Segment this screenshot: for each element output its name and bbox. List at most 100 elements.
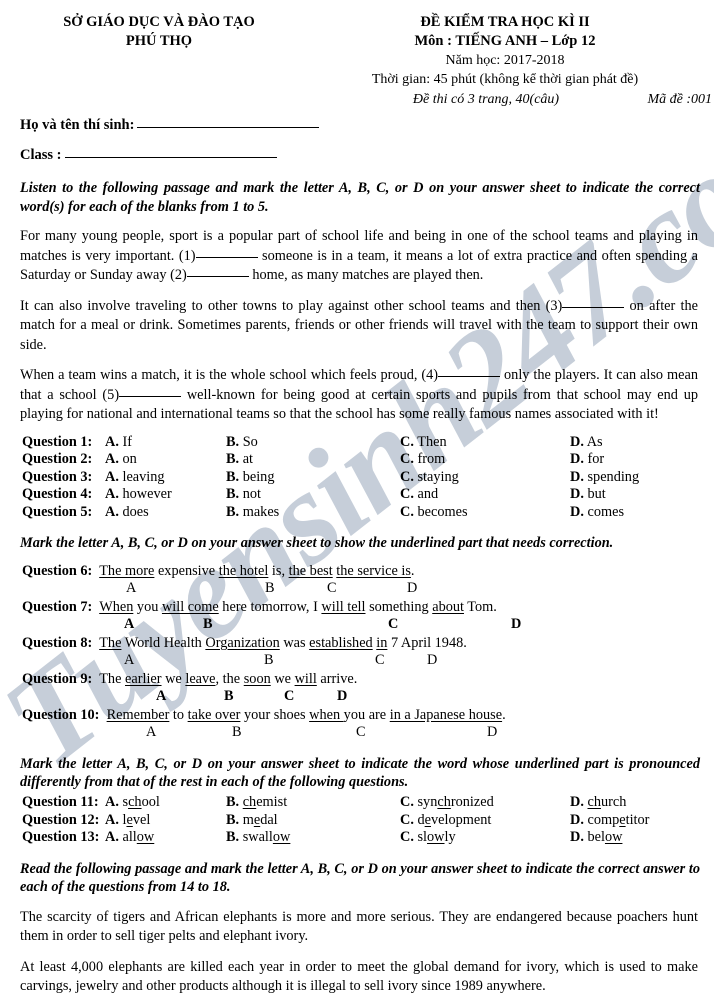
option-c-text: and — [417, 486, 439, 503]
underlined-b[interactable]: Organization — [205, 635, 279, 651]
underlined-part: ow — [604, 829, 623, 846]
option-a-text: level — [122, 811, 151, 828]
underlined-a[interactable]: The more — [99, 563, 154, 579]
underlined-d[interactable]: in — [376, 635, 387, 651]
option-a[interactable]: A. If — [105, 434, 132, 451]
underlined-a[interactable]: earlier — [125, 671, 162, 687]
option-b[interactable]: B. medal — [226, 812, 278, 829]
question-label: Question 8: — [22, 634, 93, 651]
option-d-text: competitor — [587, 811, 650, 828]
direction-listening: Listen to the following passage and mark… — [20, 180, 700, 215]
question-10-sentence: Question 10: Remember to take over your … — [22, 706, 506, 723]
question-row-1: Question 1: A. If B. So C. Then D. As — [0, 434, 714, 452]
underlined-d[interactable]: in a Japanese house — [390, 707, 502, 723]
option-d[interactable]: D. below — [570, 829, 622, 846]
option-d[interactable]: D. but — [570, 486, 606, 503]
questions-1-5: Question 1: A. If B. So C. Then D. As Qu… — [0, 434, 714, 522]
exam-meta-line: Đề thi có 3 trang, 40(câu) Mã đề :001 — [296, 90, 714, 109]
question-label: Question 7: — [22, 598, 93, 615]
option-d[interactable]: D. church — [570, 794, 626, 811]
student-class-field[interactable]: Class : — [20, 145, 714, 166]
option-d-text: church — [587, 793, 627, 810]
exam-page: SỞ GIÁO DỤC VÀ ĐÀO TẠO PHÚ THỌ ĐỀ KIỂM T… — [0, 0, 714, 994]
question-label: Question 10: — [22, 706, 100, 723]
underlined-c[interactable]: established — [309, 635, 373, 651]
option-a-text: however — [122, 486, 172, 503]
blank-3 — [562, 306, 625, 308]
option-d-text: As — [586, 433, 603, 450]
underlined-c[interactable]: soon — [244, 671, 271, 687]
option-d-text: comes — [587, 503, 625, 520]
option-c[interactable]: C. and — [400, 486, 438, 503]
option-d[interactable]: D. for — [570, 451, 604, 468]
option-b-text: at — [242, 451, 254, 468]
option-a[interactable]: A. level — [105, 812, 150, 829]
underlined-b[interactable]: take over — [188, 707, 241, 723]
underlined-part: ch — [437, 793, 451, 810]
student-name-label: Họ và tên thí sinh: — [20, 117, 135, 133]
option-c-text: becomes — [417, 503, 468, 520]
underlined-c[interactable]: the best — [289, 563, 333, 579]
option-b[interactable]: B. makes — [226, 504, 279, 521]
option-a[interactable]: A. does — [105, 504, 149, 521]
underlined-d[interactable]: the service is — [336, 563, 411, 579]
option-a[interactable]: A. allow — [105, 829, 154, 846]
option-b[interactable]: B. at — [226, 451, 253, 468]
option-c[interactable]: C. Then — [400, 434, 447, 451]
blank-1 — [195, 256, 258, 258]
option-a[interactable]: A. however — [105, 486, 172, 503]
option-c-text: synchronized — [417, 793, 494, 810]
underlined-part: ow — [427, 829, 445, 846]
option-c[interactable]: C. becomes — [400, 504, 468, 521]
question-6-sentence: Question 6: The more expensive the hotel… — [22, 562, 415, 579]
option-b[interactable]: B. So — [226, 434, 258, 451]
marker-c: C — [375, 651, 385, 668]
underlined-c[interactable]: when — [309, 707, 344, 723]
option-a[interactable]: A. school — [105, 794, 160, 811]
option-d[interactable]: D. As — [570, 434, 603, 451]
question-6-markers: A B C D — [0, 579, 714, 598]
passage2-paragraph-1: The scarcity of tigers and African eleph… — [20, 908, 698, 945]
marker-a: A — [124, 615, 135, 632]
student-name-field[interactable]: Họ và tên thí sinh: — [20, 115, 714, 136]
underlined-b[interactable]: the hotel — [219, 563, 269, 579]
option-b[interactable]: B. chemist — [226, 794, 287, 811]
option-d[interactable]: D. competitor — [570, 812, 649, 829]
underlined-b[interactable]: will come — [162, 599, 219, 615]
option-a-text: on — [122, 451, 137, 468]
option-d[interactable]: D. comes — [570, 504, 624, 521]
option-b[interactable]: B. not — [226, 486, 261, 503]
option-c[interactable]: C. slowly — [400, 829, 456, 846]
question-10-markers: A B C D — [0, 723, 714, 742]
option-b-text: being — [242, 468, 275, 485]
direction-correction: Mark the letter A, B, C, or D on your an… — [20, 535, 614, 552]
option-c[interactable]: C. development — [400, 812, 491, 829]
option-c[interactable]: C. synchronized — [400, 794, 494, 811]
option-a[interactable]: A. leaving — [105, 469, 165, 486]
underlined-d[interactable]: about — [432, 599, 464, 615]
option-c[interactable]: C. staying — [400, 469, 459, 486]
question-item-10: Question 10: Remember to take over your … — [0, 706, 714, 742]
option-d-text: for — [587, 451, 605, 468]
question-row-12: Question 12: A. level B. medal C. develo… — [0, 812, 714, 830]
option-d[interactable]: D. spending — [570, 469, 639, 486]
option-a-text: leaving — [122, 468, 165, 485]
student-name-rule[interactable] — [137, 127, 320, 128]
underlined-a[interactable]: The — [99, 635, 121, 651]
student-class-rule[interactable] — [64, 157, 277, 158]
option-c[interactable]: C. from — [400, 451, 445, 468]
option-b-text: makes — [242, 503, 280, 520]
option-b[interactable]: B. swallow — [226, 829, 290, 846]
underlined-d[interactable]: will — [295, 671, 317, 687]
marker-a: A — [126, 579, 137, 596]
underlined-a[interactable]: Remember — [107, 707, 170, 723]
question-label: Question 11: — [22, 793, 99, 810]
marker-d: D — [427, 651, 438, 668]
underlined-c[interactable]: will tell — [321, 599, 365, 615]
option-a-text: school — [122, 793, 160, 810]
underlined-b[interactable]: leave — [185, 671, 215, 687]
marker-b: B — [232, 723, 242, 740]
option-b[interactable]: B. being — [226, 469, 274, 486]
option-a[interactable]: A. on — [105, 451, 137, 468]
underlined-a[interactable]: When — [99, 599, 133, 615]
